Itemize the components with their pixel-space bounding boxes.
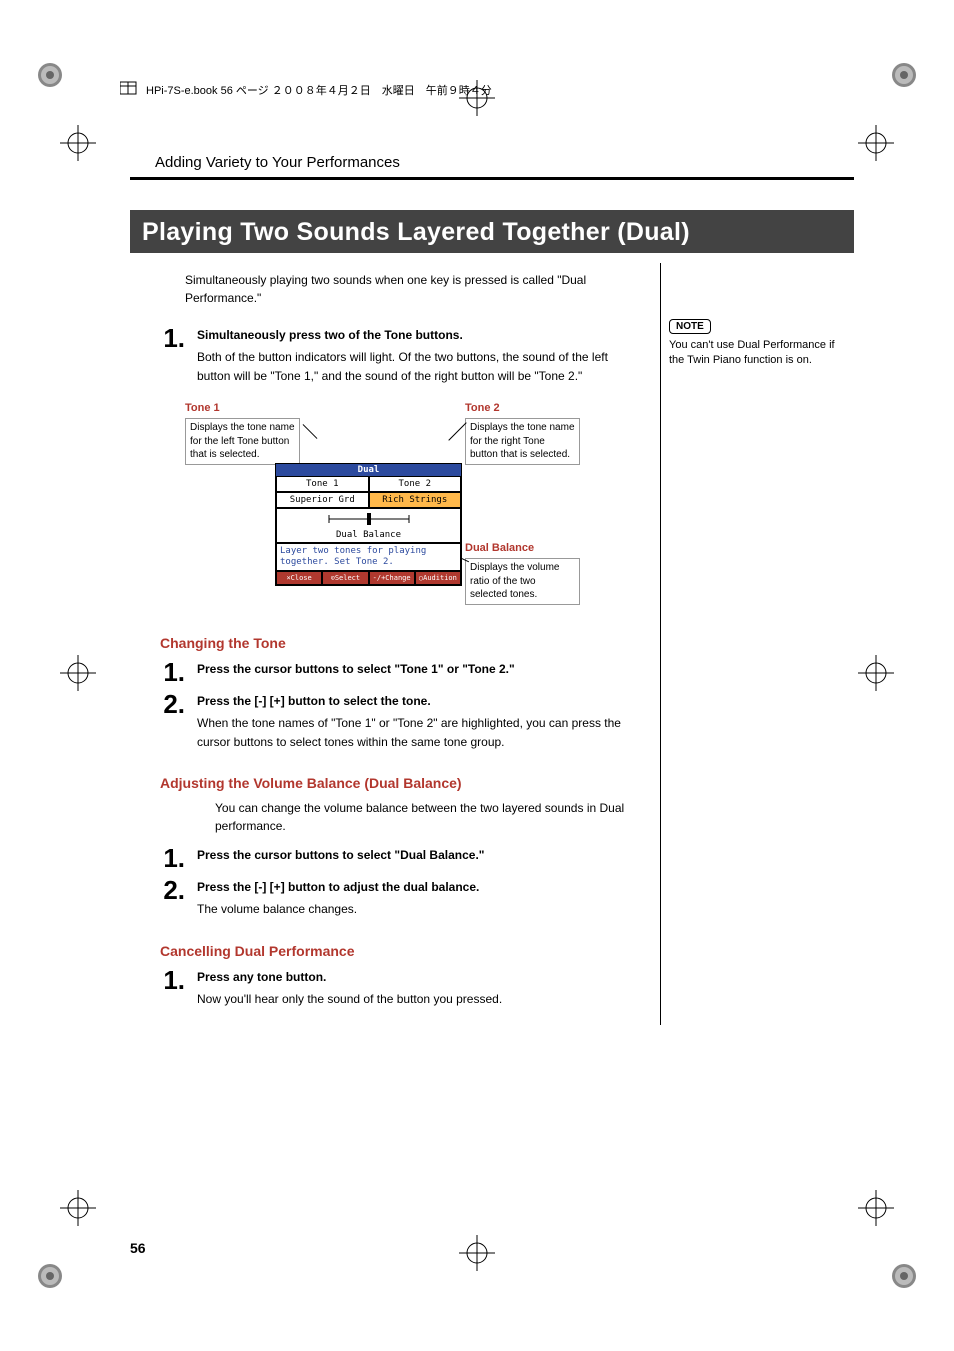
step-text: When the tone names of "Tone 1" or "Tone… (197, 714, 640, 751)
callout-text: Displays the volume ratio of the two sel… (465, 558, 580, 605)
dual-balance-intro: You can change the volume balance betwee… (215, 799, 640, 835)
device-balance-label: Dual Balance (279, 530, 458, 540)
side-column: NOTE You can't use Dual Performance if t… (661, 263, 849, 1025)
registration-mark-icon (60, 655, 96, 691)
device-hint: Layer two tones for playing together. Se… (276, 543, 461, 571)
main-column: Simultaneously playing two sounds when o… (130, 263, 660, 1025)
device-tone1-label: Tone 1 (276, 476, 369, 492)
step-number: 1. (130, 325, 197, 395)
callout-text: Displays the tone name for the left Tone… (185, 418, 300, 465)
subheading-cancelling: Cancelling Dual Performance (160, 943, 640, 959)
device-tone2-label: Tone 2 (369, 476, 462, 492)
step-text: Both of the button indicators will light… (197, 348, 640, 385)
device-screen: Dual Tone 1 Tone 2 Superior Grd Rich Str… (275, 463, 462, 586)
callout-dual-balance: Dual Balance Displays the volume ratio o… (465, 541, 580, 604)
page: HPi-7S-e.book 56 ページ ２００８年４月２日 水曜日 午前９時４… (100, 80, 854, 1271)
note-label: NOTE (669, 319, 711, 334)
subheading-changing-tone: Changing the Tone (160, 635, 640, 651)
divider (130, 177, 854, 180)
callout-tone1: Tone 1 Displays the tone name for the le… (185, 401, 300, 464)
step-title: Press the cursor buttons to select "Tone… (197, 662, 640, 676)
cancelling-step1: 1. Press any tone button. Now you'll hea… (130, 967, 640, 1019)
registration-mark-icon (60, 125, 96, 161)
main-title: Playing Two Sounds Layered Together (Dua… (130, 210, 854, 253)
step-title: Press any tone button. (197, 970, 640, 984)
step-number: 2. (130, 877, 197, 929)
device-tone1-value: Superior Grd (276, 492, 369, 508)
connector-line (448, 422, 466, 440)
step-text: Now you'll hear only the sound of the bu… (197, 990, 640, 1009)
setup-step: 1. Simultaneously press two of the Tone … (130, 325, 640, 395)
device-btn-select: ⊙Select (322, 571, 368, 585)
crop-mark-icon (37, 62, 63, 88)
step-title: Press the cursor buttons to select "Dual… (197, 848, 640, 862)
connector-line (303, 424, 318, 439)
device-tone2-value: Rich Strings (369, 492, 462, 508)
step-title: Simultaneously press two of the Tone but… (197, 328, 640, 342)
registration-mark-icon (858, 1190, 894, 1226)
callout-tone2: Tone 2 Displays the tone name for the ri… (465, 401, 580, 464)
device-btn-change: -/+Change (369, 571, 415, 585)
registration-mark-icon (858, 125, 894, 161)
crop-mark-icon (891, 62, 917, 88)
book-header-text: HPi-7S-e.book 56 ページ ２００８年４月２日 水曜日 午前９時４… (146, 82, 492, 98)
step-number: 1. (130, 659, 197, 685)
dual-balance-step2: 2. Press the [-] [+] button to adjust th… (130, 877, 640, 929)
callout-title: Tone 2 (465, 401, 580, 416)
note-text: You can't use Dual Performance if the Tw… (669, 338, 849, 369)
device-btn-audition: ○Audition (415, 571, 461, 585)
callout-title: Tone 1 (185, 401, 300, 416)
device-btn-close: ×Close (276, 571, 322, 585)
step-number: 2. (130, 691, 197, 761)
crop-mark-icon (37, 1263, 63, 1289)
changing-tone-step2: 2. Press the [-] [+] button to select th… (130, 691, 640, 761)
dual-diagram: Tone 1 Displays the tone name for the le… (185, 401, 640, 621)
step-title: Press the [-] [+] button to adjust the d… (197, 880, 640, 894)
registration-mark-icon (858, 655, 894, 691)
section-header: Adding Variety to Your Performances (155, 154, 854, 171)
device-balance-area: Dual Balance (276, 508, 461, 543)
step-text: The volume balance changes. (197, 900, 640, 919)
dual-balance-step1: 1. Press the cursor buttons to select "D… (130, 845, 640, 871)
step-title: Press the [-] [+] button to select the t… (197, 694, 640, 708)
callout-title: Dual Balance (465, 541, 580, 556)
book-icon (120, 80, 138, 99)
device-header: Dual (276, 464, 461, 476)
intro-text: Simultaneously playing two sounds when o… (185, 271, 640, 307)
registration-mark-icon (60, 1190, 96, 1226)
step-number: 1. (130, 967, 197, 1019)
changing-tone-step1: 1. Press the cursor buttons to select "T… (130, 659, 640, 685)
page-number: 56 (130, 1240, 146, 1256)
subheading-dual-balance: Adjusting the Volume Balance (Dual Balan… (160, 775, 640, 791)
book-header: HPi-7S-e.book 56 ページ ２００８年４月２日 水曜日 午前９時４… (100, 80, 854, 99)
crop-mark-icon (891, 1263, 917, 1289)
callout-text: Displays the tone name for the right Ton… (465, 418, 580, 465)
step-number: 1. (130, 845, 197, 871)
